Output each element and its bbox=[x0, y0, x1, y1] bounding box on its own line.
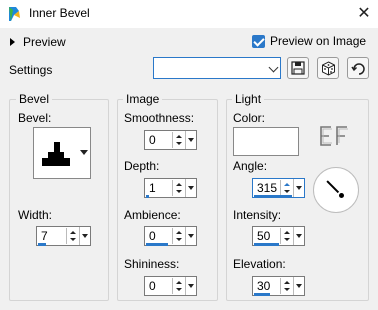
depth-value: 1 bbox=[149, 181, 156, 195]
window-title: Inner Bevel bbox=[29, 6, 90, 20]
ambience-value: 0 bbox=[149, 229, 156, 243]
spin-dropdown-icon[interactable] bbox=[293, 277, 304, 295]
color-label: Color: bbox=[233, 111, 266, 125]
light-group-title: Light bbox=[232, 92, 265, 106]
dial-hub bbox=[339, 193, 344, 198]
save-icon bbox=[291, 61, 305, 75]
spin-dropdown-icon[interactable] bbox=[185, 277, 196, 295]
depth-level-bar bbox=[146, 195, 149, 198]
checkbox-checked-icon[interactable] bbox=[252, 34, 265, 48]
shininess-spinner[interactable]: 0 bbox=[144, 276, 197, 296]
light-color-swatch[interactable] bbox=[233, 127, 299, 156]
width-level-bar bbox=[38, 243, 46, 246]
bevel-preset-dropdown[interactable] bbox=[77, 127, 91, 179]
bevel-label: Bevel: bbox=[18, 111, 52, 125]
ambience-level-bar bbox=[146, 243, 168, 246]
expand-arrow-icon bbox=[10, 38, 15, 46]
spin-arrows-icon[interactable] bbox=[280, 278, 292, 294]
spin-arrows-icon[interactable] bbox=[66, 228, 78, 244]
spin-dropdown-icon[interactable] bbox=[185, 227, 196, 245]
reset-arrow-icon bbox=[350, 62, 365, 75]
width-value: 7 bbox=[41, 229, 48, 243]
angle-level-bar bbox=[254, 195, 292, 198]
randomize-button[interactable] bbox=[317, 57, 339, 79]
spin-arrows-icon[interactable] bbox=[172, 180, 184, 196]
close-button[interactable]: ✕ bbox=[352, 2, 376, 26]
shininess-label: Shininess: bbox=[124, 257, 180, 271]
preview-on-image-checkbox[interactable]: Preview on Image bbox=[252, 34, 366, 48]
spin-arrows-icon[interactable] bbox=[280, 228, 292, 244]
smoothness-spinner[interactable]: 0 bbox=[144, 130, 197, 150]
spin-arrows-icon[interactable] bbox=[172, 132, 184, 148]
spin-dropdown-icon[interactable] bbox=[185, 131, 196, 149]
smoothness-value: 0 bbox=[149, 133, 156, 147]
chevron-down-icon bbox=[268, 62, 279, 73]
settings-combo[interactable] bbox=[153, 57, 281, 79]
angle-dial[interactable] bbox=[313, 167, 359, 213]
intensity-level-bar bbox=[254, 243, 279, 246]
elevation-value: 30 bbox=[257, 279, 271, 293]
dial-needle-icon bbox=[326, 180, 340, 194]
reset-button[interactable] bbox=[347, 57, 369, 79]
ef-logo-icon bbox=[317, 124, 351, 151]
spin-dropdown-icon[interactable] bbox=[185, 179, 196, 197]
spin-dropdown-icon[interactable] bbox=[293, 227, 304, 245]
spin-arrows-icon[interactable] bbox=[280, 180, 292, 196]
spin-arrows-icon[interactable] bbox=[172, 228, 184, 244]
ambience-label: Ambience: bbox=[124, 208, 181, 222]
bevel-group-title: Bevel bbox=[16, 92, 53, 106]
preview-toggle[interactable]: Preview bbox=[10, 34, 66, 50]
preview-on-image-label: Preview on Image bbox=[270, 34, 367, 48]
width-label: Width: bbox=[18, 208, 53, 222]
preview-label: Preview bbox=[23, 35, 66, 49]
elevation-level-bar bbox=[254, 293, 270, 296]
save-preset-button[interactable] bbox=[287, 57, 309, 79]
spin-dropdown-icon[interactable] bbox=[79, 227, 90, 245]
image-group-title: Image bbox=[123, 92, 163, 106]
bevel-shape-icon bbox=[42, 142, 70, 166]
angle-value: 315 bbox=[257, 181, 278, 195]
dice-icon bbox=[321, 60, 335, 76]
bevel-preset-swatch[interactable] bbox=[33, 127, 78, 179]
smoothness-label: Smoothness: bbox=[124, 111, 195, 125]
elevation-label: Elevation: bbox=[233, 257, 286, 271]
depth-spinner[interactable]: 1 bbox=[144, 178, 197, 198]
spin-arrows-icon[interactable] bbox=[172, 278, 184, 294]
spin-dropdown-icon[interactable] bbox=[293, 179, 304, 197]
app-icon bbox=[7, 6, 21, 22]
intensity-label: Intensity: bbox=[233, 208, 282, 222]
shininess-value: 0 bbox=[149, 279, 156, 293]
intensity-value: 50 bbox=[257, 229, 271, 243]
settings-label: Settings bbox=[9, 63, 53, 77]
angle-label: Angle: bbox=[233, 159, 268, 173]
depth-label: Depth: bbox=[124, 159, 160, 173]
